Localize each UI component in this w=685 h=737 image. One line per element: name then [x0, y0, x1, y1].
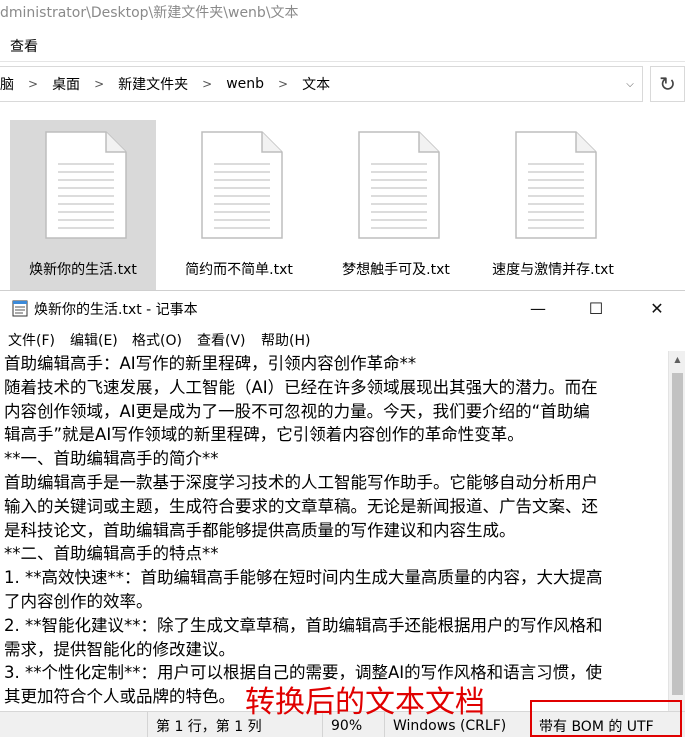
file-name: 简约而不简单.txt: [185, 262, 293, 278]
breadcrumb-wenb[interactable]: wenb: [226, 76, 264, 92]
maximize-icon[interactable]: ☐: [573, 291, 619, 325]
text-file-icon: [515, 131, 597, 239]
text-file-icon: [358, 131, 440, 239]
text-line: 输入的关键词或主题，生成符合要求的文章草稿。无论是新闻报道、广告文案、还: [4, 496, 598, 516]
text-line: 首助编辑高手：AI写作的新里程碑，引领内容创作革命**: [4, 354, 417, 373]
annotation-caption: 转换后的文本文档: [245, 685, 485, 720]
vertical-scrollbar[interactable]: ▲: [668, 351, 685, 711]
chevron-right-icon[interactable]: >: [94, 77, 104, 91]
explorer-ribbon: 查看: [0, 26, 685, 62]
text-line: **一、首助编辑高手的简介**: [4, 449, 219, 469]
breadcrumb-new-folder[interactable]: 新建文件夹: [118, 74, 188, 94]
text-line: 需求，提供智能化的修改建议。: [4, 639, 235, 659]
menu-format[interactable]: 格式(O): [132, 330, 182, 350]
text-line: 2. **智能化建议**：除了生成文章草稿，首助编辑高手还能根据用户的写作风格和: [4, 615, 603, 635]
chevron-right-icon[interactable]: >: [202, 77, 212, 91]
chevron-right-icon[interactable]: >: [28, 77, 38, 91]
text-line: 了内容创作的效率。: [4, 591, 153, 611]
file-item[interactable]: 速度与激情并存.txt: [480, 120, 626, 290]
text-line: 内容创作领域，AI更是成为了一股不可忽视的力量。今天，我们要介绍的“首助编: [4, 401, 590, 421]
window-title: 焕新你的生活.txt - 记事本: [34, 302, 198, 318]
menu-edit[interactable]: 编辑(E): [70, 330, 118, 350]
explorer-title-path: dministrator\Desktop\新建文件夹\wenb\文本: [0, 0, 685, 26]
chevron-down-icon[interactable]: ⌵: [618, 66, 642, 102]
file-item[interactable]: 简约而不简单.txt: [166, 120, 312, 290]
text-line: 1. **高效快速**：首助编辑高手能够在短时间内生成大量高质量的内容，大大提高: [4, 568, 603, 588]
text-line: **二、首助编辑高手的特点**: [4, 544, 219, 564]
breadcrumb-text[interactable]: 文本: [302, 74, 330, 94]
breadcrumb-desktop[interactable]: 桌面: [52, 74, 80, 94]
file-name: 速度与激情并存.txt: [492, 262, 614, 278]
file-list: 焕新你的生活.txt 简约而不简单.txt 梦想触手可及.txt 速度与激情并存…: [0, 110, 685, 290]
file-name: 焕新你的生活.txt: [29, 262, 137, 278]
address-bar: 脑 > 桌面 > 新建文件夹 > wenb > 文本 ⌵ ↻: [0, 66, 685, 104]
notepad-title-bar[interactable]: 焕新你的生活.txt - 记事本 — ☐ ✕: [0, 291, 685, 325]
text-line: 辑高手”就是AI写作领域的新里程碑，它引领着内容创作的革命性变革。: [4, 425, 524, 445]
scroll-thumb[interactable]: [672, 373, 683, 695]
text-file-icon: [201, 131, 283, 239]
ribbon-tab-view[interactable]: 查看: [10, 36, 38, 56]
file-item[interactable]: 梦想触手可及.txt: [323, 120, 469, 290]
notepad-window: 焕新你的生活.txt - 记事本 — ☐ ✕ 文件(F) 编辑(E) 格式(O)…: [0, 290, 685, 737]
menu-view[interactable]: 查看(V): [197, 330, 246, 350]
annotation-highlight-box: [530, 700, 682, 737]
breadcrumb-this-pc[interactable]: 脑: [0, 74, 14, 94]
close-icon[interactable]: ✕: [634, 291, 680, 325]
refresh-icon[interactable]: ↻: [650, 66, 685, 102]
chevron-right-icon[interactable]: >: [278, 77, 288, 91]
text-editor[interactable]: 首助编辑高手：AI写作的新里程碑，引领内容创作革命** 随着技术的飞速发展，人工…: [0, 351, 668, 711]
minimize-icon[interactable]: —: [515, 291, 561, 325]
menu-help[interactable]: 帮助(H): [261, 330, 310, 350]
menu-file[interactable]: 文件(F): [8, 330, 55, 350]
text-file-icon: [45, 131, 127, 239]
text-line: 首助编辑高手是一款基于深度学习技术的人工智能写作助手。它能够自动分析用户: [4, 472, 598, 492]
scroll-up-icon[interactable]: ▲: [669, 351, 685, 368]
file-name: 梦想触手可及.txt: [342, 262, 450, 278]
address-box[interactable]: 脑 > 桌面 > 新建文件夹 > wenb > 文本: [0, 66, 643, 102]
file-item[interactable]: 焕新你的生活.txt: [10, 120, 156, 290]
text-line: 是科技论文，首助编辑高手都能够提供高质量的写作建议和内容生成。: [4, 520, 516, 540]
menu-bar: 文件(F) 编辑(E) 格式(O) 查看(V) 帮助(H): [0, 327, 685, 351]
text-line: 随着技术的飞速发展，人工智能（AI）已经在许多领域展现出其强大的潜力。而在: [4, 377, 598, 397]
notepad-icon: [12, 300, 28, 317]
